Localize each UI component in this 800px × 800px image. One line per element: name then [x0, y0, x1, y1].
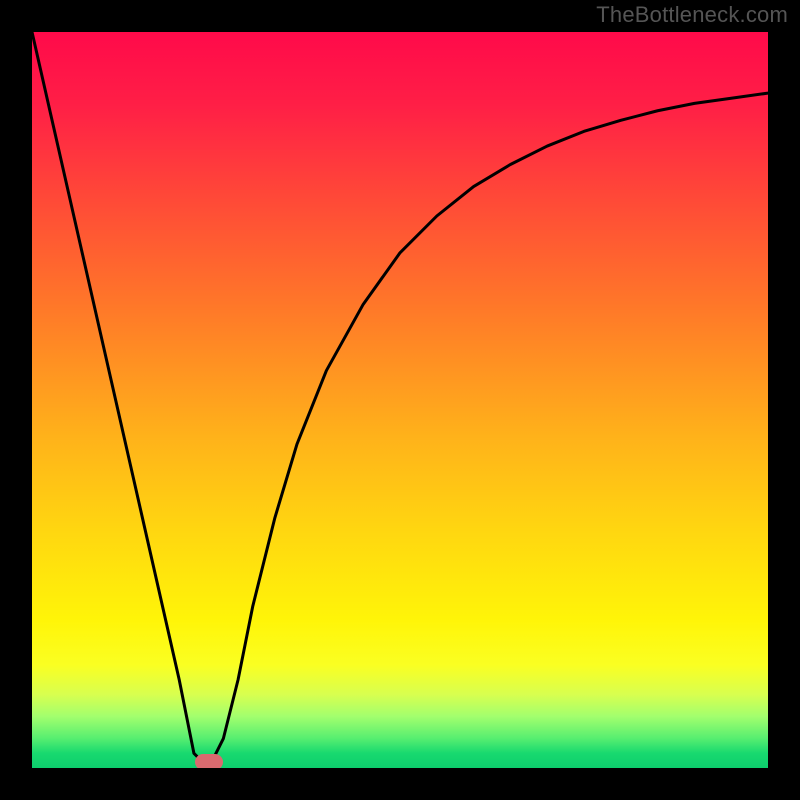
curve-layer — [32, 32, 768, 768]
bottleneck-curve-path — [32, 32, 768, 768]
chart-frame: TheBottleneck.com — [0, 0, 800, 800]
watermark-text: TheBottleneck.com — [596, 2, 788, 28]
optimal-point-marker — [195, 754, 223, 768]
plot-area — [32, 32, 768, 768]
